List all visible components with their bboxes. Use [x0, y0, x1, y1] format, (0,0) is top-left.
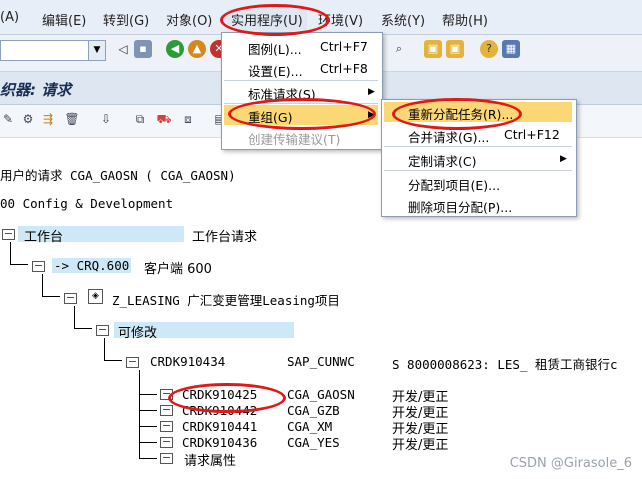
- request-owner: SAP_CUNWC: [287, 354, 355, 369]
- tree-line: [139, 370, 140, 458]
- menu-item-object[interactable]: 对象(O): [166, 10, 212, 29]
- tree-header: 用户的请求 CGA_GAOSN ( CGA_GAOSN): [0, 168, 236, 183]
- hierarchy-icon[interactable]: ⧉: [132, 111, 148, 127]
- menu-separator: [384, 146, 572, 147]
- menu-option-customizing-request[interactable]: 定制请求(C): [408, 151, 476, 170]
- folder-icon[interactable]: [64, 293, 77, 304]
- create-session-icon[interactable]: ▣: [424, 40, 442, 58]
- display-change-icon[interactable]: ✎: [0, 111, 16, 127]
- menu-option-reorganize[interactable]: 重组(G): [248, 107, 292, 126]
- tree-line: [139, 394, 157, 395]
- utilities-menu: 图例(L)... Ctrl+F7 设置(E)... Ctrl+F8 标准请求(S…: [221, 32, 383, 150]
- back-icon[interactable]: ◀: [166, 40, 184, 58]
- exit-icon[interactable]: ▲: [188, 40, 206, 58]
- request-desc: S 8000008623: LES_ 租赁工商银行c: [392, 357, 618, 372]
- transport-icon[interactable]: ⛟: [156, 111, 172, 127]
- project-icon: ◈: [88, 289, 103, 304]
- tree-line: [42, 296, 60, 297]
- menu-option-delete-project-assignment[interactable]: 删除项目分配(P)...: [408, 197, 512, 216]
- folder-icon[interactable]: [32, 261, 45, 272]
- submenu-arrow-icon: ▶: [560, 154, 567, 164]
- folder-icon[interactable]: [160, 421, 173, 432]
- tree-line: [139, 442, 157, 443]
- menu-option-merge-requests[interactable]: 合并请求(G)...: [408, 127, 489, 146]
- menu-item-a[interactable]: (A): [0, 10, 19, 25]
- folder-icon[interactable]: [160, 389, 173, 400]
- menu-item-help[interactable]: 帮助(H): [442, 10, 488, 29]
- folder-icon[interactable]: [160, 405, 173, 416]
- tree-line: [10, 242, 11, 264]
- task-id[interactable]: CRDK910441: [182, 419, 257, 434]
- tree-line: [74, 328, 92, 329]
- task-id[interactable]: CRDK910425: [182, 387, 257, 402]
- tree-node-modifiable[interactable]: 可修改: [118, 322, 157, 341]
- menu-separator: [224, 80, 378, 81]
- tree-line: [10, 264, 28, 265]
- reorganize-submenu: 重新分配任务(R)... 合并请求(G)... Ctrl+F12 定制请求(C)…: [381, 99, 577, 217]
- tree-node-client[interactable]: -> CRQ.600: [52, 258, 132, 273]
- layout-menu-icon[interactable]: ▦: [502, 40, 520, 58]
- check-objects-icon[interactable]: ⚙: [20, 111, 36, 127]
- tree-line: [104, 338, 105, 360]
- folder-icon[interactable]: [96, 325, 109, 336]
- task-owner: CGA_YES: [287, 435, 340, 450]
- menubar: (A) 编辑(E) 转到(G) 对象(O) 实用程序(U) 环境(V) 系统(Y…: [0, 0, 642, 35]
- task-id[interactable]: CRDK910436: [182, 435, 257, 450]
- submenu-arrow-icon: ▶: [368, 87, 375, 97]
- tree-node-workbench[interactable]: 工作台: [24, 226, 63, 245]
- tree-line: [139, 410, 157, 411]
- task-type: 开发/更正: [392, 438, 449, 453]
- find-next-icon[interactable]: ⌕: [390, 40, 408, 58]
- tree-line: [104, 360, 122, 361]
- task-owner: CGA_GZB: [287, 403, 340, 418]
- organizer-icon[interactable]: ⧈: [180, 111, 196, 127]
- save-icon[interactable]: ▪: [134, 40, 152, 58]
- tree-line: [139, 458, 157, 459]
- release-icon[interactable]: ⇶: [40, 111, 56, 127]
- request-id[interactable]: CRDK910434: [150, 354, 225, 369]
- tree-node-workbench-desc: 工作台请求: [192, 230, 258, 245]
- folder-icon[interactable]: [2, 229, 15, 240]
- tree-line: [74, 306, 75, 328]
- menu-option-legend[interactable]: 图例(L)...: [248, 39, 302, 58]
- folder-icon[interactable]: [160, 453, 173, 464]
- task-id[interactable]: CRDK910442: [182, 403, 257, 418]
- menu-separator: [384, 170, 572, 171]
- menu-item-edit[interactable]: 编辑(E): [42, 10, 86, 29]
- page-title: 织器: 请求: [0, 81, 72, 99]
- folder-icon[interactable]: [126, 357, 139, 368]
- chevron-down-icon[interactable]: ▼: [88, 41, 105, 60]
- menu-item-utilities[interactable]: 实用程序(U): [227, 9, 307, 30]
- menu-item-system[interactable]: 系统(Y): [381, 10, 425, 29]
- tree-node-attributes[interactable]: 请求属性: [184, 450, 236, 469]
- menu-option-create-transport-proposal: 创建传输建议(T): [248, 132, 341, 147]
- watermark: CSDN @Girasole_6: [509, 456, 632, 471]
- menu-separator: [224, 103, 378, 104]
- help-icon[interactable]: ?: [480, 40, 498, 58]
- tree-node-client-desc: 客户端 600: [144, 262, 212, 277]
- enter-icon[interactable]: ◁: [114, 40, 132, 58]
- task-owner: CGA_XM: [287, 419, 333, 434]
- menu-shortcut: Ctrl+F12: [504, 127, 560, 142]
- menu-shortcut: Ctrl+F8: [320, 61, 368, 76]
- menu-item-goto[interactable]: 转到(G): [103, 10, 149, 29]
- tree-root-node[interactable]: 00 Config & Development: [0, 196, 173, 211]
- task-owner: CGA_GAOSN: [287, 387, 355, 402]
- folder-icon[interactable]: [160, 437, 173, 448]
- delete-icon[interactable]: 🗑: [64, 111, 80, 127]
- tree-line: [42, 274, 43, 296]
- menu-option-settings[interactable]: 设置(E)...: [248, 61, 303, 80]
- tree-node-project[interactable]: Z_LEASING 广汇变更管理Leasing项目: [112, 290, 340, 309]
- menu-option-standard-request[interactable]: 标准请求(S): [248, 84, 316, 103]
- submenu-arrow-icon: ▶: [368, 110, 375, 120]
- shortcut-icon[interactable]: ▣: [446, 40, 464, 58]
- menu-option-assign-to-project[interactable]: 分配到项目(E)...: [408, 175, 500, 194]
- import-icon[interactable]: ⇩: [98, 111, 114, 127]
- command-field[interactable]: ▼: [0, 40, 106, 61]
- tree-line: [139, 426, 157, 427]
- menu-item-environment[interactable]: 环境(V): [318, 10, 363, 29]
- menu-shortcut: Ctrl+F7: [320, 39, 368, 54]
- menu-option-reassign-task[interactable]: 重新分配任务(R)...: [408, 104, 513, 123]
